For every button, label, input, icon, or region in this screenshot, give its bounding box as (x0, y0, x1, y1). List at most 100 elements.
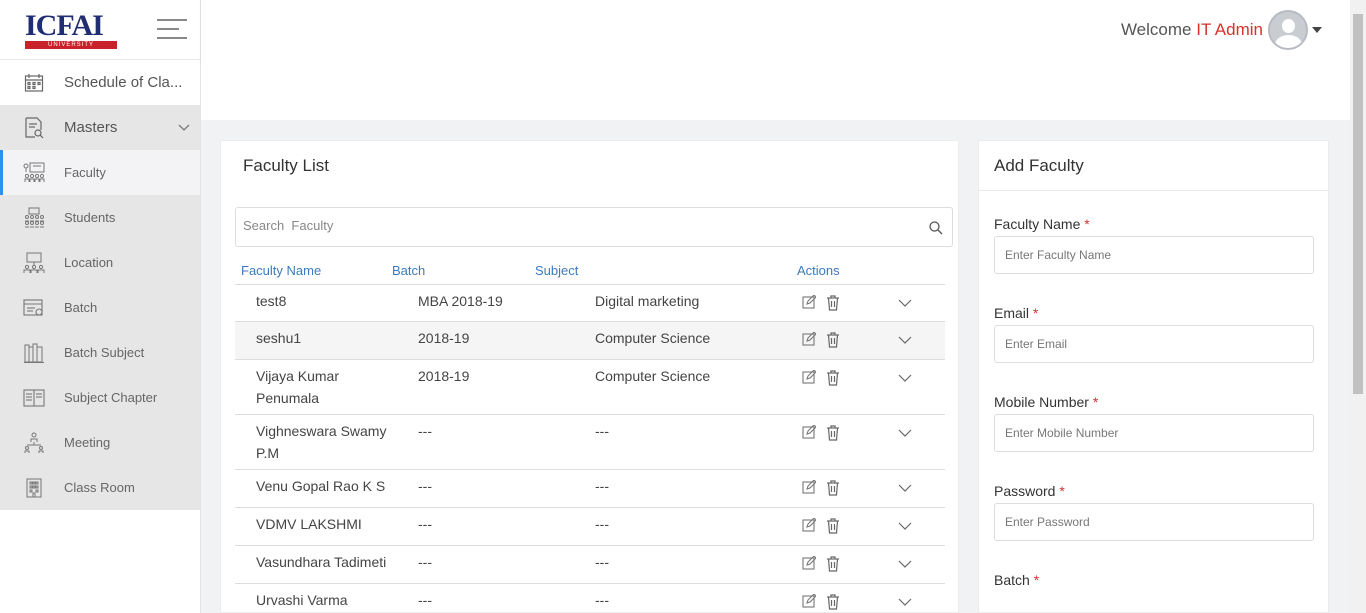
row-actions (802, 294, 840, 314)
delete-icon[interactable] (826, 594, 840, 613)
sidebar-item-label: Meeting (64, 435, 111, 450)
search-input[interactable] (243, 218, 903, 233)
edit-icon[interactable] (802, 294, 817, 314)
password-field[interactable] (994, 503, 1314, 541)
logo-area: ICFAI UNIVERSITY (0, 0, 200, 60)
sidebar-item-batch-subject[interactable]: Batch Subject (0, 330, 200, 375)
batch-cell: --- (418, 516, 432, 532)
edit-icon[interactable] (802, 593, 817, 613)
edit-icon[interactable] (802, 517, 817, 537)
expand-chevron-icon[interactable] (898, 424, 912, 440)
faculty-name-label: Faculty Name * (994, 216, 1090, 232)
faculty-name-cell: VDMV LAKSHMI (256, 516, 362, 532)
subject-cell: --- (595, 554, 609, 570)
avatar[interactable] (1268, 10, 1308, 50)
welcome-label: Welcome (1120, 20, 1192, 39)
expand-chevron-icon[interactable] (898, 294, 912, 310)
top-header: Welcome IT Admin (201, 0, 1350, 60)
password-label: Password * (994, 483, 1065, 499)
edit-icon[interactable] (802, 479, 817, 499)
menu-toggle-icon[interactable] (157, 19, 187, 46)
table-row[interactable]: Vijaya Kumar Penumala 2018-19 Computer Sci… (235, 360, 945, 415)
row-actions (802, 369, 840, 389)
sidebar-item-faculty[interactable]: Faculty (0, 150, 200, 195)
sidebar-item-schedule[interactable]: Schedule of Cla... (0, 60, 200, 105)
edit-icon[interactable] (802, 555, 817, 575)
scrollbar-thumb[interactable] (1353, 14, 1363, 394)
table-row[interactable]: seshu1 2018-19 Computer Science (235, 322, 945, 360)
table-row[interactable]: Venu Gopal Rao K S --- --- (235, 470, 945, 508)
faculty-table: test8 MBA 2018-19 Digital marketing seshu1 2… (235, 284, 945, 613)
students-icon (23, 207, 45, 229)
delete-icon[interactable] (826, 295, 840, 314)
chevron-down-icon (178, 119, 190, 137)
sidebar-item-label: Faculty (64, 165, 106, 180)
batch-cell: --- (418, 554, 432, 570)
open-book-icon (23, 387, 45, 409)
books-icon (23, 342, 45, 364)
sidebar-item-meeting[interactable]: Meeting (0, 420, 200, 465)
sidebar-item-batch[interactable]: Batch (0, 285, 200, 330)
expand-chevron-icon[interactable] (898, 517, 912, 533)
building-icon (23, 477, 45, 499)
search-icon[interactable] (929, 221, 943, 240)
table-row[interactable]: test8 MBA 2018-19 Digital marketing (235, 285, 945, 322)
table-row[interactable]: Urvashi Varma --- --- (235, 584, 945, 613)
edit-icon[interactable] (802, 424, 817, 444)
user-name[interactable]: IT Admin (1196, 20, 1263, 39)
sidebar-item-masters[interactable]: Masters (0, 105, 200, 150)
sidebar-item-students[interactable]: Students (0, 195, 200, 240)
row-actions (802, 593, 840, 613)
expand-chevron-icon[interactable] (898, 555, 912, 571)
delete-icon[interactable] (826, 332, 840, 351)
table-header: Faculty Name Batch Subject Actions (241, 263, 945, 285)
expand-chevron-icon[interactable] (898, 331, 912, 347)
email-field[interactable] (994, 325, 1314, 363)
faculty-name-cell: Vighneswara Swamy P.M (256, 423, 387, 461)
faculty-name-field[interactable] (994, 236, 1314, 274)
page-scrollbar[interactable] (1350, 0, 1366, 613)
sidebar-item-location[interactable]: Location (0, 240, 200, 285)
welcome-text: Welcome IT Admin (1121, 20, 1263, 40)
subject-cell: --- (595, 423, 609, 439)
edit-icon[interactable] (802, 369, 817, 389)
row-actions (802, 331, 840, 351)
sidebar-item-class-room[interactable]: Class Room (0, 465, 200, 510)
edit-icon[interactable] (802, 331, 817, 351)
subject-cell: Computer Science (595, 330, 711, 346)
sidebar-item-label: Location (64, 255, 114, 270)
batch-label: Batch * (994, 572, 1040, 588)
col-subject: Subject (535, 263, 579, 278)
col-actions: Actions (797, 263, 840, 278)
faculty-name-cell: Urvashi Varma (256, 592, 348, 608)
location-icon (23, 252, 45, 274)
table-row[interactable]: Vasundhara Tadimeti --- --- (235, 546, 945, 584)
col-batch: Batch (392, 263, 426, 278)
sidebar-item-label: Batch Subject (64, 345, 145, 360)
panel-title: Add Faculty (994, 156, 1084, 175)
subject-cell: Digital marketing (595, 293, 700, 309)
sidebar: ICFAI UNIVERSITY Schedule of Cla... Mast… (0, 0, 201, 613)
faculty-list-panel: Faculty List Faculty Name Batch Subject … (220, 140, 959, 613)
delete-icon[interactable] (826, 425, 840, 444)
icfai-logo[interactable]: ICFAI UNIVERSITY (25, 11, 117, 49)
faculty-name-cell: Vasundhara Tadimeti (256, 554, 387, 570)
delete-icon[interactable] (826, 480, 840, 499)
subject-cell: Computer Science (595, 368, 711, 384)
mobile-number-field[interactable] (994, 414, 1314, 452)
delete-icon[interactable] (826, 518, 840, 537)
delete-icon[interactable] (826, 556, 840, 575)
add-faculty-panel: Add Faculty Faculty Name * Email * Mobil… (978, 140, 1329, 613)
search-box (235, 207, 953, 247)
expand-chevron-icon[interactable] (898, 479, 912, 495)
mobile-label: Mobile Number * (994, 394, 1099, 410)
table-row[interactable]: VDMV LAKSHMI --- --- (235, 508, 945, 546)
caret-down-icon[interactable] (1312, 27, 1322, 33)
table-row[interactable]: Vighneswara Swamy P.M --- --- (235, 415, 945, 470)
sidebar-item-subject-chapter[interactable]: Subject Chapter (0, 375, 200, 420)
expand-chevron-icon[interactable] (898, 593, 912, 609)
masters-submenu: Faculty Students Location Batch Batch Su… (0, 150, 200, 510)
batch-icon (23, 297, 45, 319)
expand-chevron-icon[interactable] (898, 369, 912, 385)
delete-icon[interactable] (826, 370, 840, 389)
